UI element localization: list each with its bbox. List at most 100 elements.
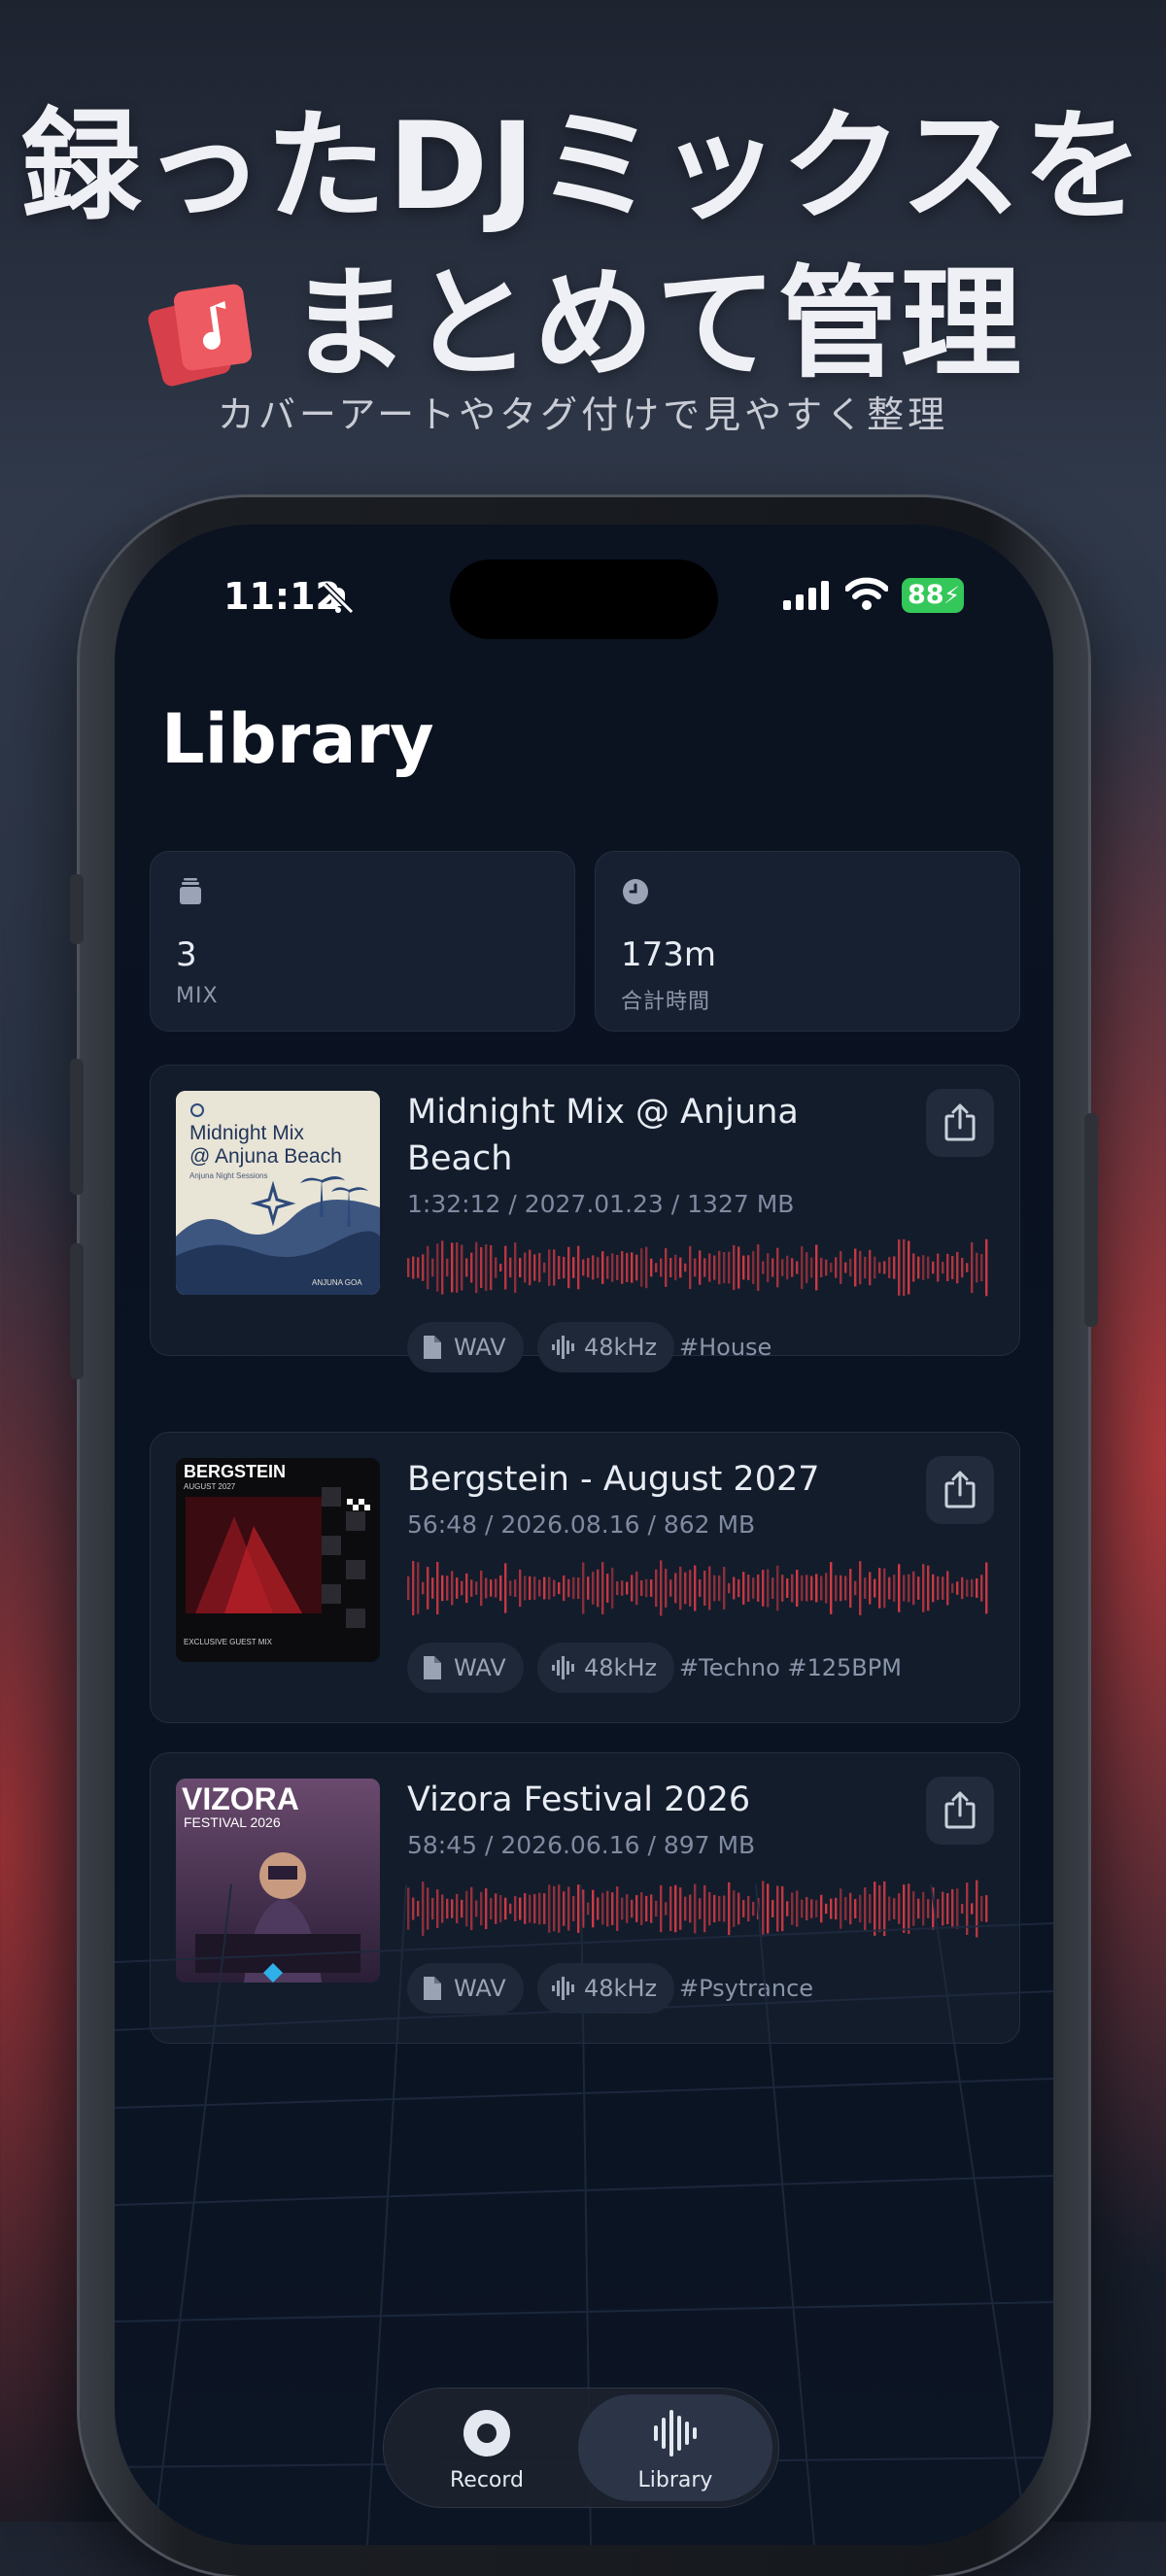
cover-caption: FESTIVAL 2026: [184, 1814, 281, 1830]
waveform-bar: [519, 1258, 522, 1277]
waveform-bar: [635, 1254, 638, 1281]
battery-level: 88: [908, 580, 944, 610]
waveform-bar: [752, 1577, 755, 1599]
waveform-bar: [728, 1251, 731, 1284]
waveform-bar: [422, 1254, 425, 1281]
waveform-bar: [728, 1582, 731, 1594]
cover-caption: Anjuna Night Sessions: [189, 1171, 268, 1180]
waveform-bar: [635, 1571, 638, 1606]
waveform-bar: [631, 1252, 634, 1283]
waveform-bar: [606, 1256, 609, 1279]
waveform-bar: [475, 1241, 478, 1294]
format-chip: WAV: [407, 1322, 524, 1373]
tags-label[interactable]: #Techno #125BPM: [679, 1643, 902, 1693]
dynamic-island: [450, 559, 718, 639]
waveform-bar: [538, 1252, 541, 1282]
waveform-bar: [757, 1575, 760, 1602]
waveform-bar: [742, 1572, 745, 1605]
waveform-bar: [480, 1247, 483, 1288]
cover-art: BERGSTEIN AUGUST 2027 EXCLUSIVE GUEST MI…: [176, 1458, 380, 1662]
tags-label[interactable]: #House: [679, 1322, 772, 1373]
format-label: WAV: [454, 1334, 506, 1361]
waveform-bar: [942, 1576, 944, 1600]
mix-meta: 1:32:12 / 2027.01.23 / 1327 MB: [407, 1190, 795, 1218]
share-button[interactable]: [926, 1089, 994, 1157]
waveform-bar: [825, 1259, 828, 1276]
waveform-bar: [718, 1575, 721, 1602]
waveform-bar: [679, 1257, 682, 1278]
waveform-bar: [772, 1258, 774, 1277]
mix-card[interactable]: Midnight Mix @ Anjuna Beach Anjuna Night…: [150, 1065, 1020, 1373]
waveform-bar: [898, 1239, 901, 1296]
mix-card[interactable]: BERGSTEIN AUGUST 2027 EXCLUSIVE GUEST MI…: [150, 1432, 1020, 1723]
waveform-bar: [791, 1258, 794, 1277]
waveform-bar: [597, 1257, 600, 1278]
waveform-bar: [621, 1580, 624, 1596]
waveform-bar: [597, 1569, 600, 1608]
promo-headline-line1: 録ったDJミックスを: [20, 97, 1146, 237]
waveform-bar: [470, 1579, 473, 1597]
waveform-bar: [864, 1577, 867, 1599]
waveform-bar: [917, 1576, 920, 1600]
waveform-bar: [640, 1580, 643, 1596]
waveform-bar: [767, 1569, 770, 1608]
waveform-bar: [582, 1259, 585, 1276]
waveform-bar: [533, 1254, 536, 1281]
waveform-bar: [723, 1567, 726, 1610]
file-icon: [424, 1336, 441, 1359]
waveform-bar: [650, 1579, 653, 1597]
waveform-bar: [684, 1572, 687, 1605]
waveform-bar: [830, 1562, 833, 1614]
waveform-bar: [524, 1252, 527, 1283]
share-icon: [944, 1103, 976, 1141]
waveform-bar: [519, 1569, 522, 1608]
tab-library[interactable]: Library: [578, 2394, 772, 2501]
waveform-bar: [679, 1566, 682, 1610]
waveform-bar: [776, 1247, 779, 1288]
waveform-bar: [946, 1253, 949, 1281]
waveform-bar: [587, 1258, 590, 1278]
waveform-bar: [631, 1575, 634, 1602]
share-button[interactable]: [926, 1456, 994, 1524]
promo-headline-line2-wrap: まとめて管理: [0, 225, 1166, 400]
waveform-bar: [932, 1261, 935, 1274]
waveform-bar: [461, 1580, 463, 1596]
waveform-bar: [737, 1246, 740, 1289]
waveform-bar: [937, 1576, 940, 1601]
mix-title: Bergstein - August 2027: [407, 1460, 820, 1499]
cover-footer: EXCLUSIVE GUEST MIX: [184, 1638, 273, 1646]
waveform-bar: [752, 1251, 755, 1284]
waveform-bar: [703, 1258, 706, 1277]
waveform-bar: [971, 1241, 974, 1294]
waveform-bar: [786, 1578, 789, 1598]
stat-value: 3: [176, 935, 197, 974]
waveform-bar: [431, 1577, 434, 1599]
stat-card-total-time: 173m 合計時間: [595, 851, 1020, 1032]
cover-footer: ANJUNA GOA: [312, 1278, 362, 1287]
waveform-bar: [762, 1261, 765, 1274]
share-button[interactable]: [926, 1777, 994, 1845]
waveform-icon: [654, 2410, 697, 2457]
waveform-bar: [985, 1562, 988, 1614]
waveform-bar: [835, 1575, 838, 1602]
waveform-bar: [407, 1576, 410, 1601]
waveform-bar: [514, 1579, 517, 1597]
waveform-bar: [427, 1245, 429, 1290]
waveform-bar: [694, 1565, 697, 1611]
waveform-bar: [606, 1574, 609, 1603]
waveform-bar: [553, 1579, 556, 1597]
waveform-bar: [665, 1248, 668, 1287]
waveform-bar: [946, 1571, 949, 1606]
waveform-bar: [407, 1258, 410, 1277]
waveform-bar: [888, 1257, 891, 1278]
tab-record[interactable]: Record: [390, 2394, 584, 2501]
waveform-bar: [937, 1253, 940, 1282]
waveform-bar: [558, 1582, 561, 1595]
waveform-bar: [810, 1257, 813, 1278]
waveform-bar: [446, 1576, 449, 1601]
waveform-bar: [864, 1256, 867, 1279]
phone-screen: 11:12 88 ⚡ Library 3 MIX 173m 合計時間 Midni…: [115, 525, 1053, 2545]
waveform-bar: [431, 1258, 434, 1277]
waveform-bar: [660, 1560, 663, 1616]
waveform-bar: [669, 1579, 672, 1597]
